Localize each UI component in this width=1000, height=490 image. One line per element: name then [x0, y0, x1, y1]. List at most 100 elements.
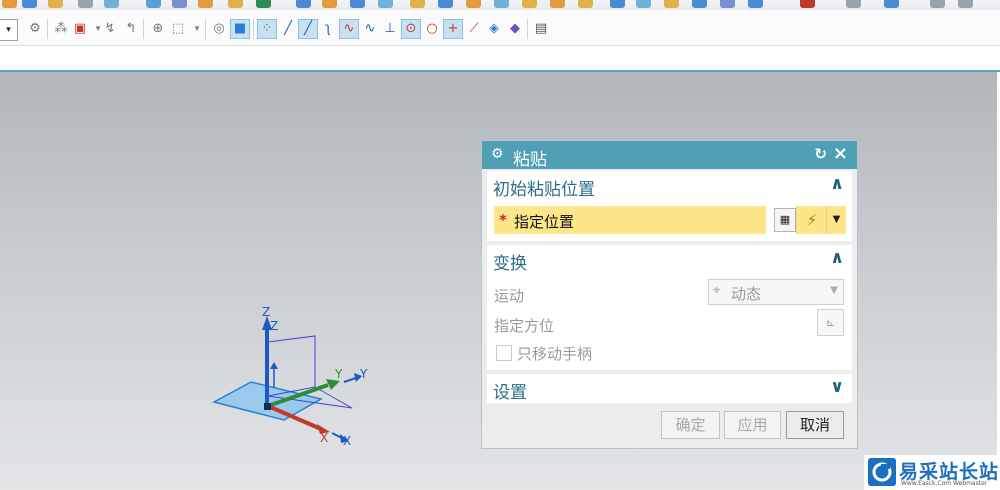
line-icon[interactable]: ╱	[278, 19, 298, 39]
section-settings: 设置 ∨	[487, 374, 852, 403]
ribbon-icon[interactable]	[296, 0, 311, 8]
section-header[interactable]: 变换 ∧	[487, 245, 852, 275]
inferred-point-button[interactable]: ⚡	[796, 206, 827, 234]
close-icon[interactable]: ×	[833, 143, 848, 164]
ribbon-icon[interactable]	[410, 0, 425, 8]
ribbon-icon[interactable]	[78, 0, 93, 8]
ok-button[interactable]: 确定	[661, 411, 720, 439]
ribbon-icon[interactable]	[930, 0, 945, 8]
box-select-icon[interactable]: ⬚	[168, 19, 188, 39]
origin-handle[interactable]	[264, 403, 271, 410]
ribbon-icon[interactable]	[228, 0, 243, 8]
motion-value: 动态	[731, 285, 762, 303]
all-points-icon[interactable]: ⁘	[257, 19, 277, 39]
z-axis-label: Z	[262, 305, 270, 319]
chevron-down-icon[interactable]: ∨	[830, 377, 844, 397]
solid-body-icon[interactable]: ■	[230, 19, 250, 39]
surface-point-icon[interactable]: ◈	[484, 19, 504, 39]
intersection-icon[interactable]: ⊥	[380, 19, 400, 39]
ribbon-icon[interactable]	[104, 0, 119, 8]
point-dialog-button[interactable]: ▦	[774, 208, 796, 232]
ribbon-icon[interactable]	[198, 0, 213, 8]
y-axis-outer-label: Y	[359, 367, 368, 381]
spline-icon[interactable]: ∿	[339, 19, 359, 39]
feature-group-icon[interactable]: ↰	[121, 19, 141, 39]
ribbon-icon[interactable]	[256, 0, 271, 8]
toolbar-divider	[143, 19, 144, 39]
ribbon-icon[interactable]	[2, 0, 17, 8]
watermark: 易采站长站 Www.Easck.Com Webmaster	[864, 455, 1000, 490]
snap-point-icon[interactable]: ▣	[70, 19, 90, 39]
move-handle-only-checkbox[interactable]	[496, 345, 512, 361]
ribbon-icon[interactable]	[846, 0, 861, 8]
wave-curve-icon[interactable]: ∿	[360, 19, 380, 39]
ribbon-icon[interactable]	[748, 0, 763, 8]
arc-center-icon[interactable]: ⊙	[401, 19, 421, 39]
table-icon[interactable]: ▤	[531, 19, 551, 39]
z-axis-inner-label: Z	[270, 319, 278, 333]
ribbon-icon[interactable]	[22, 0, 37, 8]
point-on-curve-icon[interactable]: ⟋	[464, 19, 484, 39]
csys-dialog-button[interactable]: ⊾	[817, 309, 844, 336]
dynamic-motion-icon: ⌖	[713, 283, 721, 298]
ribbon-icon[interactable]	[378, 0, 393, 8]
gear-icon: ⚙	[491, 146, 504, 162]
specify-location-label: 指定位置	[514, 213, 575, 231]
cancel-button[interactable]: 取消	[786, 411, 844, 439]
smart-select-icon[interactable]: ⚙	[25, 19, 45, 39]
ribbon-icon[interactable]	[322, 0, 337, 8]
curve-rule-icon[interactable]: ↯	[100, 19, 120, 39]
part-icon[interactable]: ◎	[209, 19, 229, 39]
existing-point-icon[interactable]: +	[443, 19, 463, 39]
ribbon-icon[interactable]	[884, 0, 899, 8]
reset-icon[interactable]: ↻	[814, 145, 827, 163]
ribbon-icon[interactable]	[636, 0, 651, 8]
ribbon-icon[interactable]	[720, 0, 735, 8]
paste-dialog: ⚙ 粘贴 ↻ × 初始粘贴位置 ∧ * 指定位置 ▦ ⚡ ▼ 变换 ∧ 运动 ⌖…	[481, 140, 858, 449]
chevron-down-icon: ▼	[830, 285, 838, 296]
ribbon-icon[interactable]	[466, 0, 481, 8]
ribbon-icon[interactable]	[350, 0, 365, 8]
bend-curve-icon[interactable]: ʅ	[318, 19, 338, 39]
ribbon-icon[interactable]	[800, 0, 815, 8]
ribbon-icon[interactable]	[550, 0, 565, 8]
ribbon-icon[interactable]	[664, 0, 679, 8]
point-type-dropdown[interactable]: ▼	[826, 206, 846, 234]
type-filter-dropdown[interactable]: ▾	[0, 19, 18, 41]
apply-button[interactable]: 应用	[724, 411, 781, 439]
motion-select[interactable]: ⌖ 动态 ▼	[708, 279, 844, 305]
chevron-up-icon[interactable]: ∧	[830, 174, 844, 194]
ribbon-icon[interactable]	[172, 0, 187, 8]
point-dialog-icon: ▦	[779, 213, 791, 226]
section-initial-paste-position: 初始粘贴位置 ∧ * 指定位置 ▦ ⚡ ▼	[487, 171, 852, 241]
move-handle-only-label: 只移动手柄	[517, 345, 593, 363]
specify-orientation-label: 指定方位	[494, 317, 555, 335]
toolbar-divider	[205, 19, 206, 39]
ribbon-icon[interactable]	[522, 0, 537, 8]
snap-point-icon: ⚡	[806, 211, 818, 229]
chevron-up-icon[interactable]: ∧	[830, 248, 844, 268]
bounded-grid-icon[interactable]: ◆	[505, 19, 525, 39]
ribbon-icon[interactable]	[578, 0, 593, 8]
chevron-down-icon: ▼	[832, 214, 841, 225]
show-hide-icon[interactable]: ⊕	[148, 19, 168, 39]
toolbar-divider	[253, 19, 254, 39]
line-icon[interactable]: ╱	[298, 19, 318, 39]
section-header[interactable]: 设置 ∨	[487, 374, 852, 404]
selection-filter-icon[interactable]: ⁂	[51, 19, 71, 39]
ribbon-icon[interactable]	[48, 0, 63, 8]
ribbon-icon[interactable]	[146, 0, 161, 8]
section-title: 变换	[493, 254, 527, 274]
ribbon-icon[interactable]	[494, 0, 509, 8]
dialog-titlebar[interactable]: ⚙ 粘贴 ↻ ×	[482, 141, 857, 170]
ribbon-icon[interactable]	[958, 0, 973, 8]
y-axis-label: Y	[334, 367, 343, 381]
specify-location-field[interactable]: * 指定位置	[494, 206, 766, 234]
quadrant-point-icon[interactable]: ○	[422, 19, 442, 39]
ribbon-icon[interactable]	[438, 0, 453, 8]
ribbon-icon[interactable]	[610, 0, 625, 8]
dropdown-arrow-icon[interactable]: ▾	[187, 19, 207, 39]
ribbon-icon[interactable]	[692, 0, 707, 8]
section-header[interactable]: 初始粘贴位置 ∧	[487, 171, 852, 201]
coordinate-triad[interactable]: Z Z Y Y X X	[200, 272, 390, 452]
